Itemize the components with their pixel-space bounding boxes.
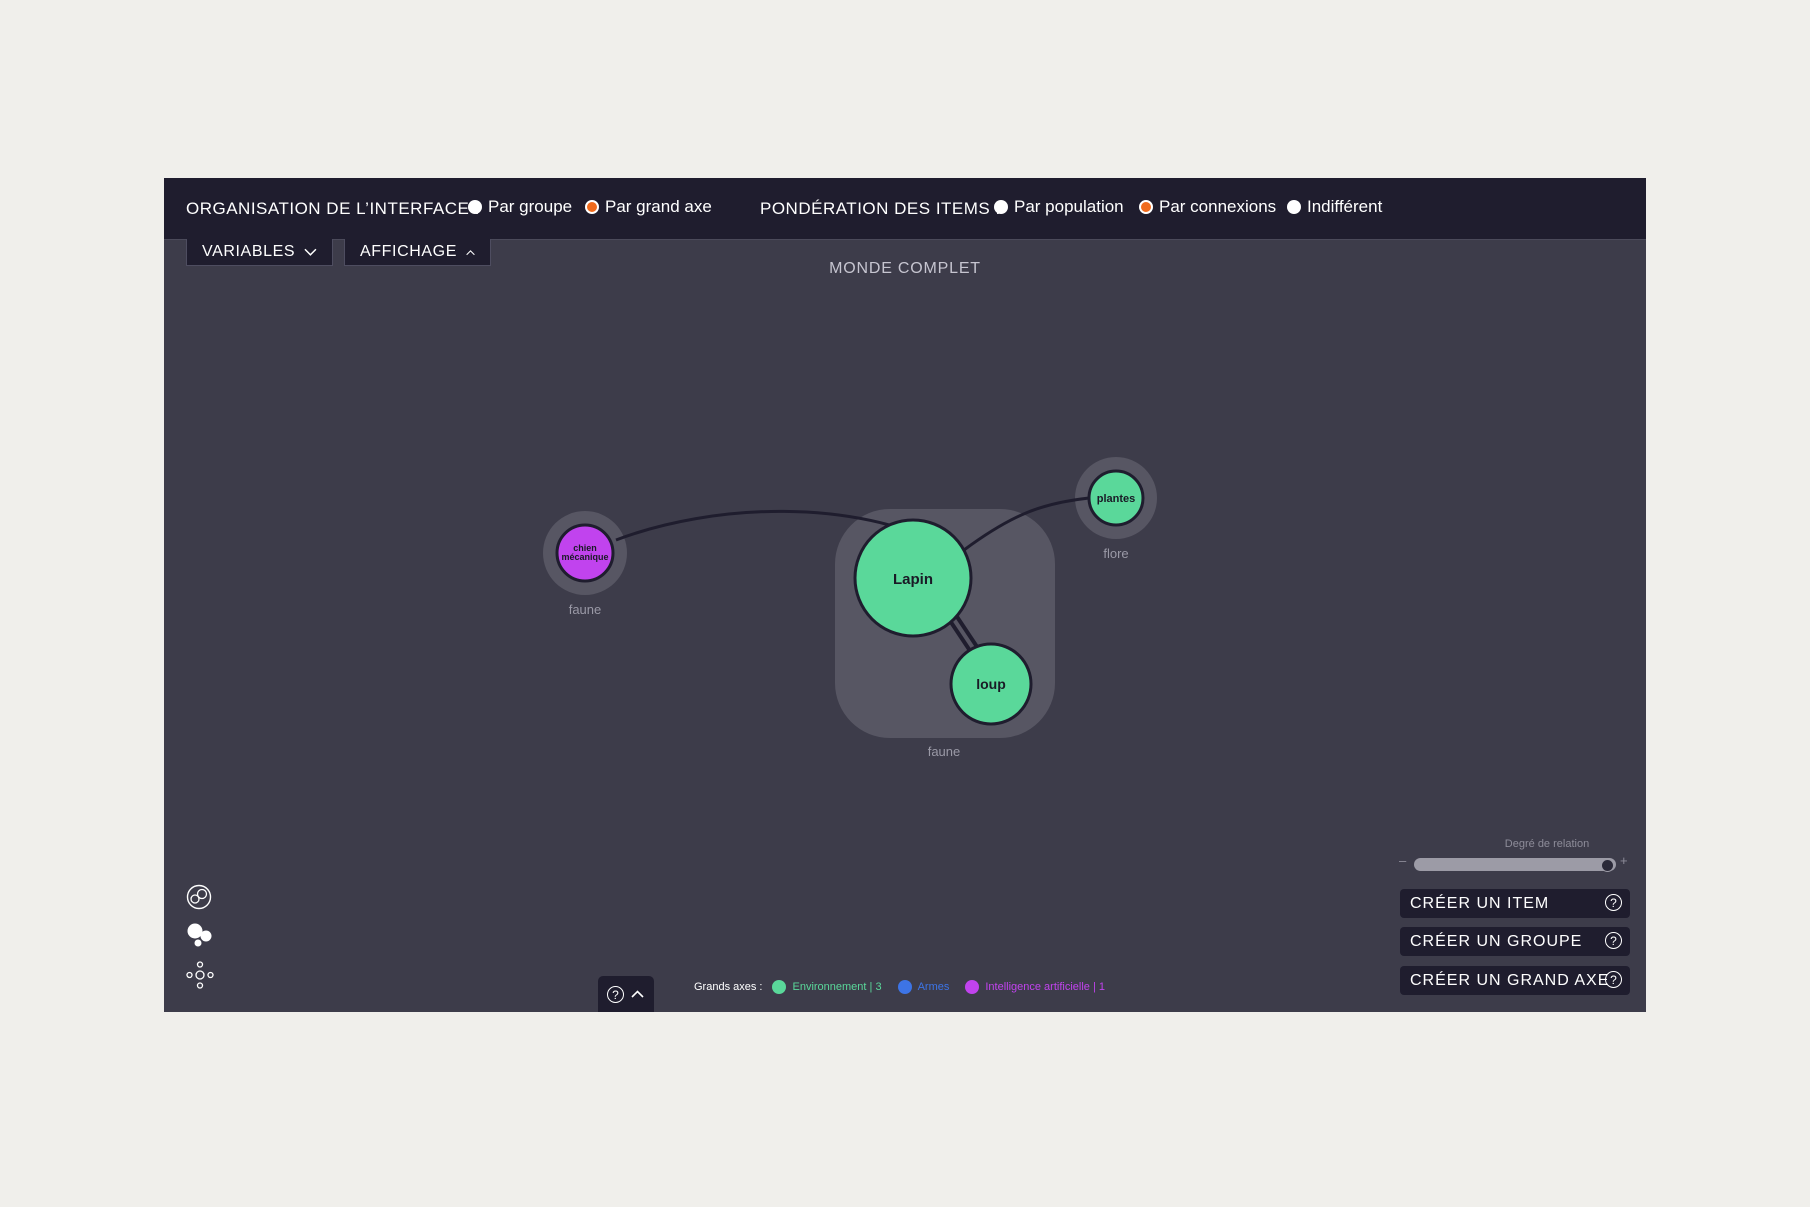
slider-minus[interactable]: – xyxy=(1399,853,1406,868)
group-label-faune: faune xyxy=(569,602,602,617)
create-axis-label: CRÉER UN GRAND AXE xyxy=(1410,971,1610,989)
legend-label: Intelligence artificielle | 1 xyxy=(985,981,1105,993)
help-panel-toggle[interactable]: ? xyxy=(598,976,654,1012)
relation-slider-label: Degré de relation xyxy=(1504,838,1590,850)
create-item-button[interactable]: CRÉER UN ITEM ? xyxy=(1400,889,1630,918)
legend-dot xyxy=(965,980,980,994)
node-lapin[interactable]: Lapin xyxy=(853,518,973,638)
node-label: Lapin xyxy=(893,571,933,588)
chevron-up-icon xyxy=(631,990,644,998)
app-window: ORGANISATION DE L’INTERFACE : Par groupe… xyxy=(164,178,1646,1012)
node-label: plantes xyxy=(1097,493,1136,505)
help-icon[interactable]: ? xyxy=(1605,932,1622,949)
create-group-button[interactable]: CRÉER UN GROUPE ? xyxy=(1400,927,1630,956)
legend-item-armes[interactable]: Armes xyxy=(897,980,950,994)
legend-label: Environnement | 3 xyxy=(792,981,882,993)
slider-plus[interactable]: + xyxy=(1620,853,1628,868)
group-label-flore: flore xyxy=(1103,546,1128,561)
legend-title: Grands axes : xyxy=(694,981,763,993)
create-item-label: CRÉER UN ITEM xyxy=(1410,894,1550,912)
node-label-line: mécanique xyxy=(561,552,608,562)
graph-canvas: chien mécanique Lapin loup plantes faune… xyxy=(543,457,1157,759)
legend-item-intelligence-artificielle[interactable]: Intelligence artificielle | 1 xyxy=(965,980,1105,994)
legend-dot xyxy=(897,980,912,994)
bubbles-view-icon[interactable] xyxy=(186,922,214,948)
help-icon[interactable]: ? xyxy=(1605,971,1622,988)
group-label-faune: faune xyxy=(928,744,961,759)
create-group-label: CRÉER UN GROUPE xyxy=(1410,932,1583,950)
node-loup[interactable]: loup xyxy=(949,642,1033,726)
legend-dot xyxy=(772,980,787,994)
help-icon: ? xyxy=(607,986,624,1003)
network-view-icon[interactable] xyxy=(186,961,214,989)
node-label: loup xyxy=(976,676,1006,692)
relation-slider-track[interactable] xyxy=(1414,858,1616,871)
node-plantes[interactable]: plantes xyxy=(1087,469,1145,527)
clusters-view-icon[interactable] xyxy=(186,884,212,910)
help-icon[interactable]: ? xyxy=(1605,894,1622,911)
node-chien-mecanique[interactable]: chien mécanique xyxy=(555,523,615,583)
legend-item-environnement[interactable]: Environnement | 3 xyxy=(772,980,882,994)
legend-label: Armes xyxy=(917,981,950,993)
create-axis-button[interactable]: CRÉER UN GRAND AXE ? xyxy=(1400,966,1630,995)
axes-legend: Grands axes : Environnement | 3 Armes In… xyxy=(694,980,1121,994)
